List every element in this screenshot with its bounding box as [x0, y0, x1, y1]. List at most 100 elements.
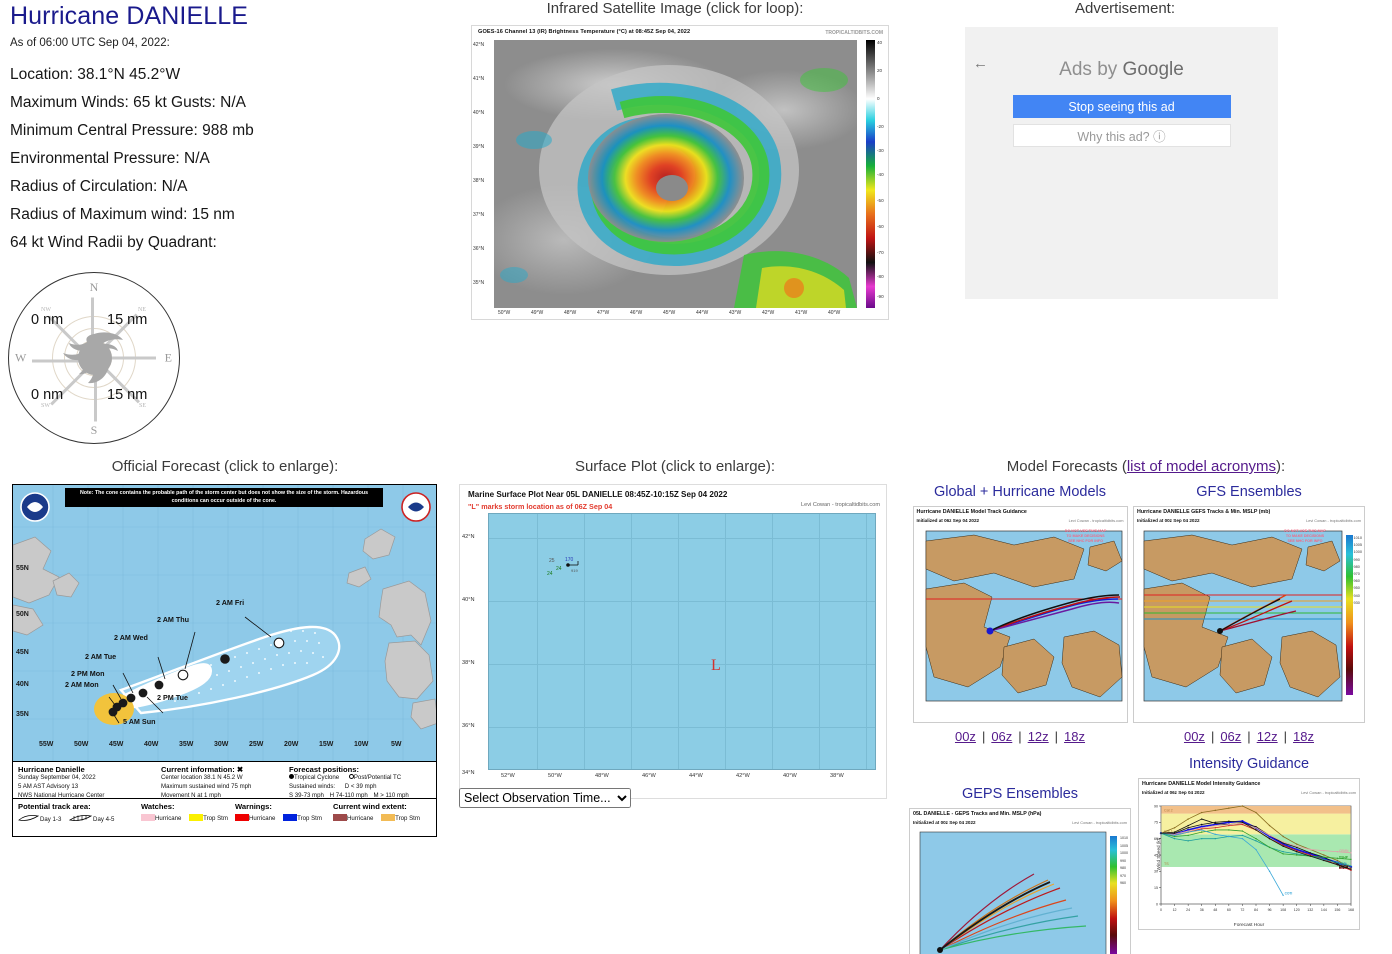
- svg-text:90: 90: [1154, 804, 1158, 808]
- forecast-lon-tick: 35W: [179, 741, 194, 748]
- warning-hurricane-swatch: [235, 814, 249, 821]
- forecast-lon-tick: 25W: [249, 741, 264, 748]
- hour-link-00z[interactable]: 00z: [1184, 729, 1205, 744]
- storm-stat-max-winds: Maximum Winds: 65 kt Gusts: N/A: [10, 93, 246, 111]
- legend-track-area-heading: Potential track area:: [18, 802, 91, 811]
- official-forecast-map[interactable]: Note: The cone contains the probable pat…: [12, 484, 437, 837]
- surface-lat-tick: 38°N: [462, 660, 475, 666]
- satellite-colorbar-tick: 0: [877, 96, 880, 101]
- svg-text:48: 48: [1213, 908, 1217, 912]
- forecast-cone-note: Note: The cone contains the probable pat…: [65, 488, 383, 508]
- watch-hurricane-swatch: [141, 814, 155, 821]
- compass-north-label: N: [89, 280, 99, 294]
- surface-plot-image[interactable]: Marine Surface Plot Near 05L DANIELLE 08…: [459, 484, 887, 799]
- surface-lat-tick: 34°N: [462, 770, 475, 776]
- hour-link-00z[interactable]: 00z: [955, 729, 976, 744]
- storm-stat-wind-radii-heading: 64 kt Wind Radii by Quadrant:: [10, 233, 217, 251]
- svg-text:919: 919: [571, 568, 578, 573]
- ads-by-text: Ads by: [1059, 59, 1123, 80]
- hour-link-12z[interactable]: 12z: [1028, 729, 1049, 744]
- satellite-lat-tick: 37°N: [473, 212, 485, 218]
- ad-container: ← Ads by Google Stop seeing this ad Why …: [965, 27, 1278, 299]
- compass-east-label: E: [164, 350, 172, 365]
- satellite-section: Infrared Satellite Image (click for loop…: [455, 0, 895, 320]
- satellite-lon-tick: 41°W: [795, 310, 808, 316]
- svg-text:25: 25: [549, 558, 555, 564]
- chart-title-geps: 05L DANIELLE - GEPS Tracks and Min. MSLP…: [913, 811, 1042, 817]
- forecast-lon-tick: 50W: [74, 741, 89, 748]
- gefs-cbar-tick: 930: [1353, 600, 1360, 605]
- wind-radius-ne: 15 nm: [107, 312, 148, 328]
- gefs-tracks-image[interactable]: Hurricane DANIELLE GEFS Tracks & Min. MS…: [1133, 506, 1365, 723]
- forecast-lon-tick: 15W: [319, 741, 334, 748]
- svg-text:72: 72: [1240, 908, 1244, 912]
- page-title: Hurricane DANIELLE: [10, 2, 249, 30]
- legend-warn-tropstm: Trop Stm: [297, 815, 322, 822]
- stop-seeing-ad-button[interactable]: Stop seeing this ad: [1012, 95, 1231, 118]
- legend-advisory: 5 AM AST Advisory 13: [18, 782, 79, 790]
- storm-stat-min-pressure: Minimum Central Pressure: 988 mb: [10, 121, 254, 139]
- chart-title-track-guidance: Hurricane DANIELLE Model Track Guidance: [916, 509, 1027, 515]
- svg-text:170: 170: [565, 557, 574, 563]
- surface-lat-tick: 42°N: [462, 534, 475, 540]
- gefs-cbar-tick: 980: [1353, 564, 1360, 569]
- legend-extent-hurricane: Hurricane: [347, 815, 374, 822]
- surface-lon-tick: 44°W: [689, 773, 703, 779]
- low-pressure-marker: L: [711, 657, 721, 674]
- hour-link-06z[interactable]: 06z: [1220, 729, 1241, 744]
- surface-plot-heading: Surface Plot (click to enlarge):: [574, 458, 776, 475]
- satellite-lon-tick: 43°W: [729, 310, 742, 316]
- chart-subtitle-track-guidance: Initialized at 06z Sep 04 2022: [916, 518, 980, 523]
- svg-text:24: 24: [556, 566, 562, 572]
- svg-text:120: 120: [1294, 908, 1300, 912]
- satellite-lon-tick: 46°W: [630, 310, 643, 316]
- model-panel-intensity-guidance: Intensity Guidance Hurricane DANIELLE Mo…: [1126, 756, 1372, 930]
- satellite-lon-tick: 40°W: [828, 310, 841, 316]
- model-map-warning-text: DO NOT USE THIS MAP TO MAKE DECISIONS SE…: [1064, 529, 1107, 543]
- official-forecast-heading: Official Forecast (click to enlarge):: [111, 458, 339, 475]
- hour-link-12z[interactable]: 12z: [1257, 729, 1278, 744]
- back-arrow-icon[interactable]: ←: [973, 55, 988, 72]
- hour-link-18z[interactable]: 18z: [1064, 729, 1085, 744]
- satellite-map-canvas: [494, 40, 857, 308]
- surface-lon-tick: 50°W: [548, 773, 562, 779]
- model-acronyms-link[interactable]: list of model acronyms: [1127, 458, 1276, 475]
- chart-title-gefs: Hurricane DANIELLE GEFS Tracks & Min. MS…: [1137, 509, 1271, 515]
- surface-lon-tick: 48°W: [595, 773, 609, 779]
- legend-day13: Day 1-3: [40, 816, 62, 823]
- geps-tracks-image[interactable]: 05L DANIELLE - GEPS Tracks and Min. MSLP…: [909, 808, 1131, 954]
- intensity-guidance-chart[interactable]: Hurricane DANIELLE Model Intensity Guida…: [1138, 778, 1360, 930]
- warning-tropstm-swatch: [283, 814, 298, 821]
- panel-title-global-hurricane: Global + Hurricane Models: [933, 484, 1107, 500]
- forecast-lon-tick: 30W: [214, 741, 229, 748]
- satellite-image[interactable]: GOES-16 Channel 13 (IR) Brightness Tempe…: [471, 25, 889, 320]
- forecast-lat-tick: 45N: [16, 649, 29, 656]
- forecast-lon-tick: 5W: [391, 741, 402, 748]
- surface-lon-tick: 46°W: [642, 773, 656, 779]
- chart-credit-track-guidance: Levi Cowan - tropicaltidbits.com: [1068, 518, 1124, 523]
- model-heading-pre: Model Forecasts (: [1006, 458, 1127, 475]
- svg-text:36: 36: [1200, 908, 1204, 912]
- forecast-lon-tick: 40W: [144, 741, 159, 748]
- forecast-track-label: 2 AM Wed: [114, 633, 148, 642]
- forecast-lon-tick: 10W: [354, 741, 369, 748]
- hour-link-18z[interactable]: 18z: [1293, 729, 1314, 744]
- legend-max-wind: Maximum sustained wind 75 mph: [161, 782, 252, 790]
- satellite-colorbar-tick: -20: [877, 124, 884, 129]
- svg-text:Cat 2: Cat 2: [1164, 809, 1173, 813]
- gefs-cbar-tick: 940: [1353, 593, 1360, 598]
- observation-time-select[interactable]: Select Observation Time...: [459, 788, 631, 808]
- storm-stat-env-pressure: Environmental Pressure: N/A: [10, 149, 210, 167]
- model-track-guidance-image[interactable]: Hurricane DANIELLE Model Track Guidance …: [912, 506, 1128, 723]
- gefs-colorbar-ticks: 1010 1005 1000 990 980 970 960 950 940 9…: [1354, 535, 1362, 607]
- svg-text:CEMN: CEMN: [1339, 849, 1349, 853]
- why-this-ad-button[interactable]: Why this ad? ⓘ: [1012, 124, 1231, 147]
- satellite-lon-tick: 42°W: [762, 310, 775, 316]
- satellite-colorbar-tick: 20: [877, 68, 883, 73]
- forecast-track-label: 2 AM Tue: [85, 652, 117, 661]
- svg-text:108: 108: [1280, 908, 1286, 912]
- gefs-cbar-tick: 960: [1353, 579, 1360, 584]
- surface-lon-tick: 40°W: [783, 773, 797, 779]
- hour-link-06z[interactable]: 06z: [991, 729, 1012, 744]
- panel-title-intensity-guidance: Intensity Guidance: [1188, 756, 1310, 772]
